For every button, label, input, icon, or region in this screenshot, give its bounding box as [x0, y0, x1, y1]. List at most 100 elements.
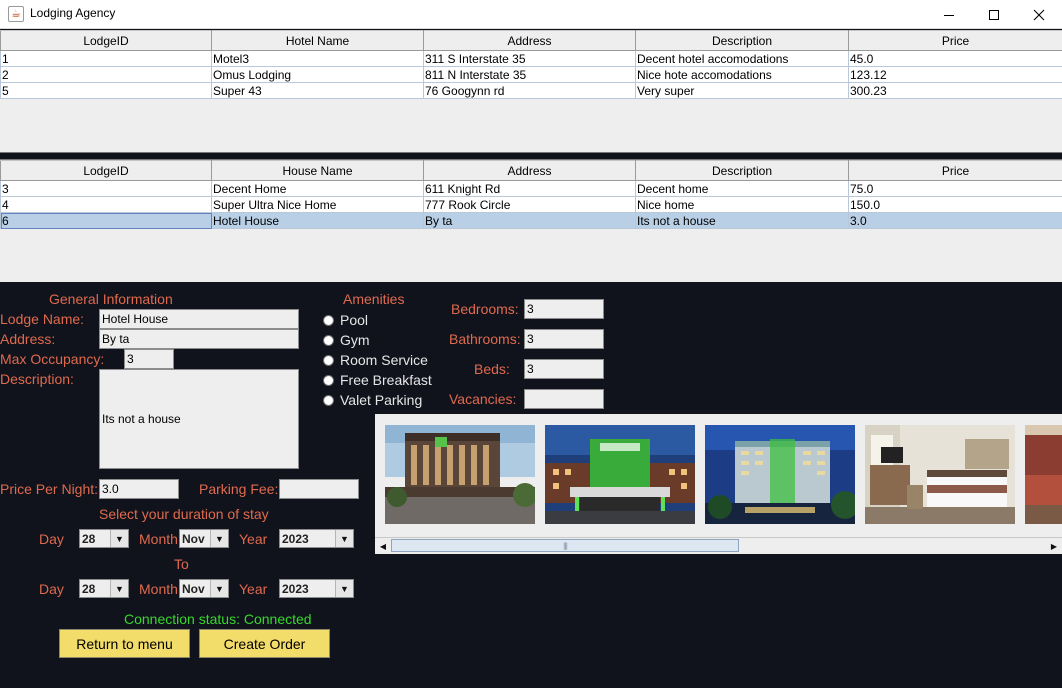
table-row[interactable]: 5 Super 43 76 Googynn rd Very super 300.… [0, 82, 1062, 99]
table-row[interactable]: 2 Omus Lodging 811 N Interstate 35 Nice … [0, 66, 1062, 83]
table-cell[interactable]: Decent Home [211, 180, 424, 197]
table-cell[interactable]: 123.12 [848, 66, 1062, 83]
column-header-address[interactable]: Address [423, 30, 636, 51]
table-cell[interactable]: 1 [0, 50, 212, 67]
table-row[interactable]: 3 Decent Home 611 Knight Rd Decent home … [0, 180, 1062, 197]
table-cell[interactable]: 150.0 [848, 196, 1062, 213]
to-year-select[interactable]: 2023 ▼ [279, 579, 354, 598]
description-textarea[interactable]: Its not a house [99, 369, 299, 469]
column-header-address[interactable]: Address [423, 160, 636, 181]
radio-icon[interactable] [323, 354, 334, 366]
amenity-label: Room Service [340, 352, 428, 368]
minimize-button[interactable] [926, 0, 972, 29]
column-header-price[interactable]: Price [848, 30, 1062, 51]
hotel-photo-night-entrance [545, 425, 695, 524]
table-cell[interactable]: 3.0 [848, 212, 1062, 229]
bedrooms-field[interactable]: 3 [524, 299, 604, 319]
create-order-button[interactable]: Create Order [199, 629, 330, 658]
maximize-icon [989, 9, 999, 20]
from-day-label: Day [39, 531, 64, 547]
column-header-hotel-name[interactable]: Hotel Name [211, 30, 424, 51]
bathrooms-field[interactable]: 3 [524, 329, 604, 349]
close-button[interactable] [1016, 0, 1062, 29]
radio-icon[interactable] [323, 374, 334, 386]
address-field[interactable]: By ta [99, 329, 299, 349]
radio-icon[interactable] [323, 334, 334, 346]
column-header-description[interactable]: Description [635, 30, 849, 51]
chevron-down-icon[interactable]: ▼ [110, 530, 128, 547]
amenity-free-breakfast-radio[interactable]: Free Breakfast [323, 372, 432, 388]
table-cell[interactable]: 75.0 [848, 180, 1062, 197]
table-cell[interactable]: Nice hote accomodations [635, 66, 849, 83]
table-cell[interactable]: Decent home [635, 180, 849, 197]
column-header-lodgeid[interactable]: LodgeID [0, 30, 212, 51]
to-month-select[interactable]: Nov ▼ [179, 579, 229, 598]
amenity-room-service-radio[interactable]: Room Service [323, 352, 428, 368]
from-year-select[interactable]: 2023 ▼ [279, 529, 354, 548]
scrollbar-thumb[interactable]: ||| [391, 539, 739, 552]
split-divider[interactable] [0, 152, 1062, 160]
hotel-photo-partial [1025, 425, 1062, 524]
column-header-description[interactable]: Description [635, 160, 849, 181]
radio-icon[interactable] [323, 394, 334, 406]
chevron-down-icon[interactable]: ▼ [110, 580, 128, 597]
to-day-select[interactable]: 28 ▼ [79, 579, 129, 598]
table-cell[interactable]: Motel3 [211, 50, 424, 67]
table-cell[interactable]: 811 N Interstate 35 [423, 66, 636, 83]
amenity-gym-radio[interactable]: Gym [323, 332, 370, 348]
hotels-table: LodgeID Hotel Name Address Description P… [0, 30, 1062, 99]
column-header-house-name[interactable]: House Name [211, 160, 424, 181]
vacancies-field[interactable] [524, 389, 604, 409]
table-cell[interactable]: 3 [0, 180, 212, 197]
from-month-select[interactable]: Nov ▼ [179, 529, 229, 548]
general-info-heading: General Information [49, 291, 173, 307]
table-cell[interactable]: By ta [423, 212, 636, 229]
table-cell[interactable]: Hotel House [211, 212, 424, 229]
table-cell[interactable]: Super 43 [211, 82, 424, 99]
table-cell[interactable]: Super Ultra Nice Home [211, 196, 424, 213]
table-cell[interactable]: Its not a house [635, 212, 849, 229]
table-cell[interactable]: 611 Knight Rd [423, 180, 636, 197]
gallery-scrollbar[interactable]: ◀ ||| ▶ [375, 537, 1062, 553]
column-header-price[interactable]: Price [848, 160, 1062, 181]
table-cell[interactable]: Omus Lodging [211, 66, 424, 83]
table-cell[interactable]: 777 Rook Circle [423, 196, 636, 213]
column-header-lodgeid[interactable]: LodgeID [0, 160, 212, 181]
chevron-down-icon[interactable]: ▼ [210, 580, 228, 597]
amenity-label: Free Breakfast [340, 372, 432, 388]
table-cell[interactable]: 6 [0, 212, 212, 229]
table-cell[interactable]: Decent hotel accomodations [635, 50, 849, 67]
table-row[interactable]: 4 Super Ultra Nice Home 777 Rook Circle … [0, 196, 1062, 213]
table-row-selected[interactable]: 6 Hotel House By ta Its not a house 3.0 [0, 212, 1062, 229]
table-row[interactable]: 1 Motel3 311 S Interstate 35 Decent hote… [0, 50, 1062, 67]
radio-icon[interactable] [323, 314, 334, 326]
from-month-value: Nov [182, 532, 205, 546]
amenity-pool-radio[interactable]: Pool [323, 312, 368, 328]
chevron-down-icon[interactable]: ▼ [335, 530, 353, 547]
scroll-left-arrow-icon[interactable]: ◀ [375, 538, 391, 554]
parking-fee-field[interactable] [279, 479, 359, 499]
max-occupancy-field[interactable]: 3 [124, 349, 174, 369]
from-year-value: 2023 [282, 532, 309, 546]
chevron-down-icon[interactable]: ▼ [335, 580, 353, 597]
table-cell[interactable]: 300.23 [848, 82, 1062, 99]
price-per-night-field[interactable]: 3.0 [99, 479, 179, 499]
return-to-menu-button[interactable]: Return to menu [59, 629, 190, 658]
table-cell[interactable]: Very super [635, 82, 849, 99]
chevron-down-icon[interactable]: ▼ [210, 530, 228, 547]
table-header-row: LodgeID House Name Address Description P… [0, 160, 1062, 181]
beds-field[interactable]: 3 [524, 359, 604, 379]
from-day-value: 28 [82, 532, 96, 546]
table-cell[interactable]: 5 [0, 82, 212, 99]
table-cell[interactable]: 2 [0, 66, 212, 83]
table-cell[interactable]: 311 S Interstate 35 [423, 50, 636, 67]
amenity-valet-parking-radio[interactable]: Valet Parking [323, 392, 422, 408]
table-cell[interactable]: Nice home [635, 196, 849, 213]
table-cell[interactable]: 76 Googynn rd [423, 82, 636, 99]
lodge-name-field[interactable]: Hotel House [99, 309, 299, 329]
from-day-select[interactable]: 28 ▼ [79, 529, 129, 548]
table-cell[interactable]: 4 [0, 196, 212, 213]
scroll-right-arrow-icon[interactable]: ▶ [1046, 538, 1062, 554]
table-cell[interactable]: 45.0 [848, 50, 1062, 67]
maximize-button[interactable] [971, 0, 1017, 29]
